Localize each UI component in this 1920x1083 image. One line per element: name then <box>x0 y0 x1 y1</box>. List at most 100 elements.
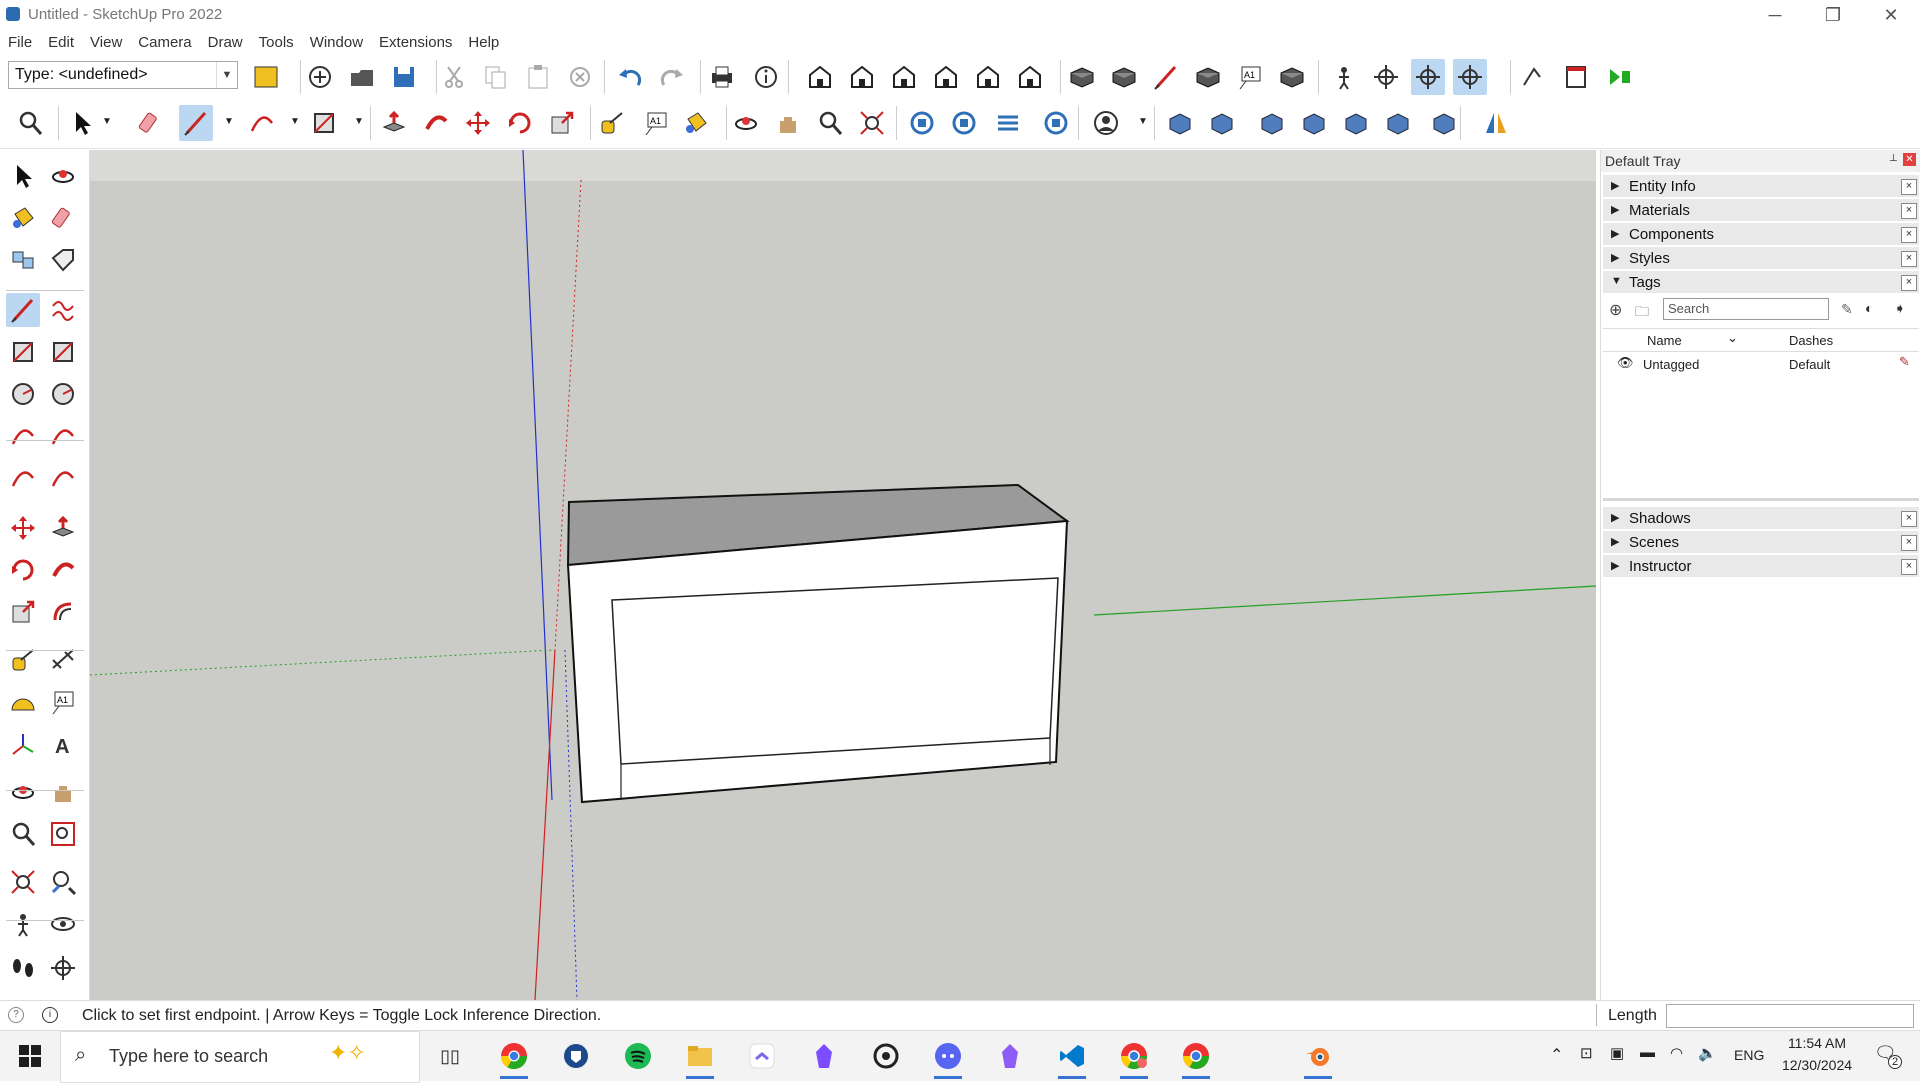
iso-view-icon[interactable] <box>803 59 837 95</box>
push-pull-icon[interactable] <box>46 511 80 545</box>
text-icon[interactable]: A1 <box>639 105 673 141</box>
section-icon[interactable] <box>46 951 80 985</box>
spotify-icon[interactable] <box>618 1038 658 1074</box>
move-icon[interactable] <box>461 105 495 141</box>
visibility-eye-icon[interactable]: 👁 <box>1617 355 1634 371</box>
discord-icon[interactable] <box>928 1038 968 1079</box>
extension-icon[interactable] <box>1603 59 1637 95</box>
left-box-icon[interactable] <box>1427 105 1461 141</box>
eraser-icon[interactable] <box>46 201 80 235</box>
follow-me-icon[interactable] <box>46 553 80 587</box>
text-icon[interactable]: A1 <box>46 685 80 719</box>
pie-icon[interactable] <box>46 419 80 453</box>
panel-tags[interactable]: ▼ Tags × <box>1603 271 1919 294</box>
chrome2-icon[interactable] <box>1176 1038 1216 1079</box>
box-front-face[interactable] <box>566 519 1069 804</box>
front-view-icon[interactable] <box>887 59 921 95</box>
clickup-icon[interactable] <box>742 1038 782 1074</box>
table-row[interactable]: 👁 Untagged Default ✎ <box>1603 352 1919 374</box>
tape-measure-icon[interactable] <box>6 643 40 677</box>
print-icon[interactable] <box>705 59 739 95</box>
menu-extensions[interactable]: Extensions <box>371 34 460 51</box>
paint-bucket-icon[interactable] <box>679 105 713 141</box>
close-icon[interactable]: × <box>1901 227 1917 243</box>
chrome-icon[interactable] <box>494 1038 534 1079</box>
generate-report-icon[interactable] <box>1559 59 1593 95</box>
redo-icon[interactable] <box>655 59 689 95</box>
chevron-down-icon[interactable]: ▼ <box>224 116 234 127</box>
app-shield-icon[interactable] <box>556 1038 596 1074</box>
menu-window[interactable]: Window <box>302 34 371 51</box>
push-pull-icon[interactable] <box>377 105 411 141</box>
rotate-icon[interactable] <box>6 553 40 587</box>
file-explorer-icon[interactable] <box>680 1038 720 1079</box>
save-icon[interactable] <box>387 59 421 95</box>
color-by-tag-icon[interactable]: ◐ <box>1865 300 1873 316</box>
protractor-icon[interactable] <box>6 685 40 719</box>
zoom-extents-icon[interactable] <box>855 105 889 141</box>
follow-me-icon[interactable] <box>419 105 453 141</box>
panel-shadows[interactable]: ▶ Shadows × <box>1603 507 1919 530</box>
rotated-rect-icon[interactable] <box>46 335 80 369</box>
chevron-down-icon[interactable]: ▼ <box>1138 116 1148 127</box>
circle-icon[interactable] <box>6 377 40 411</box>
menu-file[interactable]: File <box>0 34 40 51</box>
add-location-icon[interactable] <box>1517 59 1551 95</box>
col-name[interactable]: Name <box>1647 333 1682 348</box>
close-icon[interactable]: × <box>1901 559 1917 575</box>
display-section-cuts-icon[interactable] <box>1453 59 1487 95</box>
menu-view[interactable]: View <box>82 34 130 51</box>
menu-draw[interactable]: Draw <box>200 34 251 51</box>
arc-icon[interactable] <box>6 419 40 453</box>
front-box-icon[interactable] <box>1297 105 1331 141</box>
offset-icon[interactable] <box>46 595 80 629</box>
iso-box-icon[interactable] <box>1163 105 1197 141</box>
position-camera-icon[interactable] <box>1327 59 1361 95</box>
hidden-line-icon[interactable] <box>1149 59 1183 95</box>
minimize-button[interactable]: ─ <box>1746 0 1804 30</box>
pencil-icon[interactable]: ✎ <box>1841 301 1853 318</box>
arc2-icon[interactable] <box>6 461 40 495</box>
orbit-icon[interactable] <box>729 105 763 141</box>
menu-help[interactable]: Help <box>460 34 507 51</box>
dimension-icon[interactable] <box>46 643 80 677</box>
top-box-icon[interactable] <box>1255 105 1289 141</box>
blender-icon[interactable] <box>1298 1038 1338 1079</box>
select-icon[interactable] <box>6 159 40 193</box>
obsidian2-icon[interactable] <box>990 1038 1030 1074</box>
undo-icon[interactable] <box>613 59 647 95</box>
monochrome-icon[interactable] <box>1275 59 1309 95</box>
zoom-extents-icon[interactable] <box>6 865 40 899</box>
right-view-icon[interactable] <box>929 59 963 95</box>
arc-icon[interactable] <box>245 105 279 141</box>
pencil-icon[interactable] <box>179 105 213 141</box>
panel-scenes[interactable]: ▶ Scenes × <box>1603 531 1919 554</box>
clock-time[interactable]: 11:54 AM <box>1782 1035 1852 1051</box>
orbit-icon[interactable] <box>46 159 80 193</box>
axes-icon[interactable] <box>6 727 40 761</box>
display-section-planes-icon[interactable] <box>1411 59 1445 95</box>
zoom-glass-icon[interactable] <box>813 105 847 141</box>
wireframe-icon[interactable] <box>1107 59 1141 95</box>
panel-materials[interactable]: ▶ Materials × <box>1603 199 1919 222</box>
model-info-icon[interactable] <box>749 59 783 95</box>
close-icon[interactable]: × <box>1901 203 1917 219</box>
move-icon[interactable] <box>6 511 40 545</box>
tray-app-icon[interactable]: ⊡ <box>1580 1044 1593 1062</box>
component-options-icon[interactable] <box>249 59 283 95</box>
eraser-icon[interactable] <box>133 105 167 141</box>
close-button[interactable]: ✕ <box>1862 0 1920 30</box>
tag-color-pencil-icon[interactable]: ✎ <box>1899 354 1910 370</box>
zoom-window-icon[interactable] <box>46 817 80 851</box>
arc3-icon[interactable] <box>46 461 80 495</box>
pan-icon[interactable] <box>771 105 805 141</box>
warehouse-icon[interactable] <box>905 105 939 141</box>
xray-icon[interactable] <box>1065 59 1099 95</box>
pan-icon[interactable] <box>46 775 80 809</box>
restore-button[interactable]: ❐ <box>1804 0 1862 30</box>
close-icon[interactable]: × <box>1901 251 1917 267</box>
account-icon[interactable] <box>1089 105 1123 141</box>
add-tag-folder-icon[interactable]: 🗀 <box>1635 301 1649 325</box>
zoom-icon[interactable] <box>6 817 40 851</box>
paste-icon[interactable] <box>521 59 555 95</box>
